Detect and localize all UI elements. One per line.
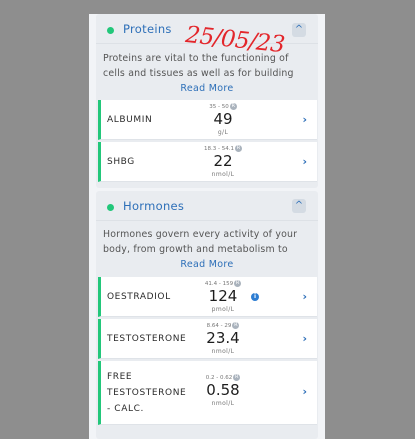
result-name: FREE TESTOSTERONE - CALC.: [107, 372, 187, 414]
result-value: 22: [213, 152, 233, 170]
range-badge-icon: R: [229, 103, 237, 110]
reference-range: 35 - 50 R: [209, 103, 237, 110]
result-row-testosterone[interactable]: TESTOSTERONE 8.64 - 29 R 23.4 nmol/L ›: [98, 319, 317, 359]
chevron-right-icon[interactable]: ›: [302, 332, 307, 345]
section-description: Hormones govern every activity of your b…: [103, 229, 298, 255]
chevron-right-icon[interactable]: ›: [302, 385, 307, 398]
result-unit: nmol/L: [211, 171, 235, 178]
result-value: 124: [208, 287, 238, 305]
hormones-section: Hormones ^ Hormones govern every activit…: [96, 191, 318, 439]
reference-range: 8.64 - 29 R: [206, 322, 240, 329]
reference-range: 0.2 - 0.62 R: [205, 374, 241, 381]
range-badge-icon: R: [232, 322, 240, 329]
result-unit: nmol/L: [211, 400, 235, 407]
result-row-albumin[interactable]: ALBUMIN 35 - 50 R 49 g/L ›: [98, 100, 317, 140]
hormones-header[interactable]: Hormones ^: [96, 191, 318, 221]
status-dot-icon: [107, 27, 114, 34]
read-more-link[interactable]: Read More: [96, 259, 318, 270]
result-value: 23.4: [206, 329, 240, 347]
collapse-chevron-icon[interactable]: ^: [292, 23, 306, 37]
results-screen: Proteins ^ Proteins are vital to the fun…: [89, 14, 325, 439]
chevron-right-icon[interactable]: ›: [302, 290, 307, 303]
section-title: Proteins: [123, 22, 172, 36]
result-value: 0.58: [206, 381, 240, 399]
range-badge-icon: R: [234, 280, 242, 287]
info-icon[interactable]: i: [251, 293, 259, 301]
result-name: OESTRADIOL: [107, 292, 171, 302]
result-name: TESTOSTERONE: [107, 334, 187, 344]
collapse-chevron-icon[interactable]: ^: [292, 199, 306, 213]
read-more-link[interactable]: Read More: [96, 83, 318, 94]
result-row-oestradiol[interactable]: OESTRADIOL 41.4 - 159 R 124 i pmol/L ›: [98, 277, 317, 317]
result-unit: nmol/L: [211, 348, 235, 355]
result-unit: g/L: [217, 129, 229, 136]
result-row-free-testosterone[interactable]: FREE TESTOSTERONE - CALC. 0.2 - 0.62 R 0.…: [98, 361, 317, 425]
result-row-shbg[interactable]: SHBG 18.3 - 54.1 R 22 nmol/L ›: [98, 142, 317, 182]
reference-range: 18.3 - 54.1 R: [204, 145, 242, 152]
result-value: 49: [213, 110, 233, 128]
result-unit: pmol/L: [211, 306, 235, 313]
reference-range: 41.4 - 159 R: [204, 280, 242, 287]
chevron-right-icon[interactable]: ›: [302, 113, 307, 126]
section-title: Hormones: [123, 199, 185, 213]
status-dot-icon: [107, 204, 114, 211]
chevron-right-icon[interactable]: ›: [302, 155, 307, 168]
range-badge-icon: R: [234, 145, 242, 152]
result-name: ALBUMIN: [107, 115, 153, 125]
range-badge-icon: R: [233, 374, 241, 381]
result-name: SHBG: [107, 157, 135, 167]
